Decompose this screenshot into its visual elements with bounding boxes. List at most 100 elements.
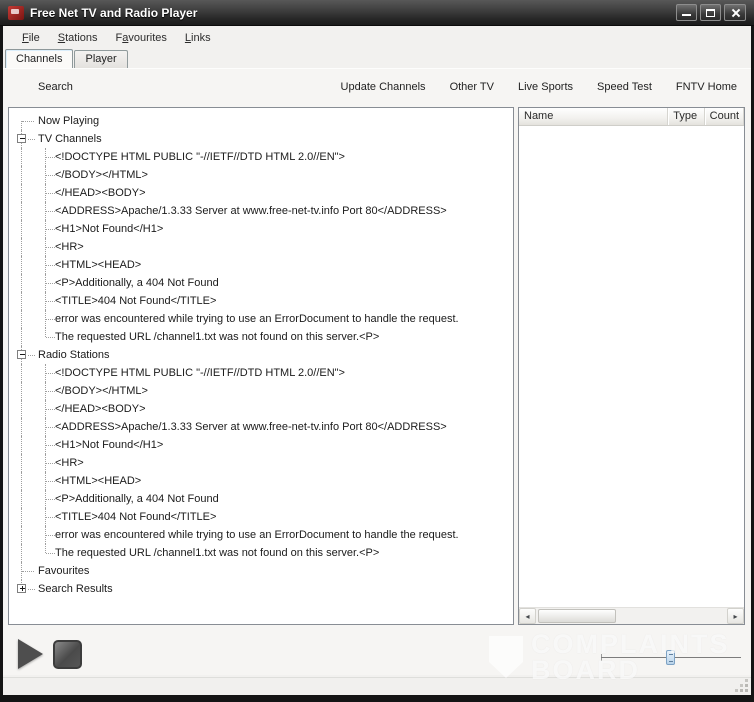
expand-icon[interactable] — [17, 584, 26, 593]
tree-item[interactable]: <!DOCTYPE HTML PUBLIC "-//IETF//DTD HTML… — [10, 364, 512, 382]
slider-thumb[interactable] — [666, 650, 675, 665]
tree-connector — [46, 193, 55, 194]
tree-guide — [21, 382, 22, 400]
scroll-left-icon[interactable]: ◂ — [519, 608, 536, 624]
tree-item-label: <TITLE>404 Not Found</TITLE> — [10, 295, 216, 307]
channel-list-panel[interactable]: NameTypeCount ◂ ▸ — [518, 107, 745, 625]
menu-stations[interactable]: Stations — [49, 30, 107, 46]
tree-guide — [21, 292, 22, 310]
tree-item[interactable]: The requested URL /channel1.txt was not … — [10, 544, 512, 562]
tree-connector — [46, 373, 55, 374]
tree-item-label: <ADDRESS>Apache/1.3.33 Server at www.fre… — [10, 205, 447, 217]
menu-favourites[interactable]: Favourites — [107, 30, 176, 46]
tree-item[interactable]: Radio Stations — [10, 346, 512, 364]
tree-item[interactable]: <P>Additionally, a 404 Not Found — [10, 490, 512, 508]
tree-item[interactable]: error was encountered while trying to us… — [10, 310, 512, 328]
menu-file[interactable]: File — [13, 30, 49, 46]
tree-item[interactable]: </HEAD><BODY> — [10, 400, 512, 418]
close-button[interactable] — [724, 4, 746, 21]
tree-guide — [21, 490, 22, 508]
tree-connector — [46, 481, 55, 482]
tree-guide — [45, 328, 46, 337]
tree-connector — [46, 319, 55, 320]
tree-connector — [22, 571, 34, 572]
tree-item[interactable]: <ADDRESS>Apache/1.3.33 Server at www.fre… — [10, 202, 512, 220]
scrollbar-thumb[interactable] — [538, 609, 616, 623]
tree-item[interactable]: error was encountered while trying to us… — [10, 526, 512, 544]
tree-item-label: error was encountered while trying to us… — [10, 529, 459, 541]
tree-item-label: <ADDRESS>Apache/1.3.33 Server at www.fre… — [10, 421, 447, 433]
collapse-icon[interactable] — [17, 134, 26, 143]
tree-guide — [45, 544, 46, 553]
tree-item[interactable]: Favourites — [10, 562, 512, 580]
tree-item-label: </BODY></HTML> — [10, 169, 148, 181]
tree-item-label: <P>Additionally, a 404 Not Found — [10, 277, 219, 289]
tree-item[interactable]: <HR> — [10, 454, 512, 472]
channel-tree-panel[interactable]: Now PlayingTV Channels<!DOCTYPE HTML PUB… — [8, 107, 514, 625]
tree-item[interactable]: <ADDRESS>Apache/1.3.33 Server at www.fre… — [10, 418, 512, 436]
collapse-icon[interactable] — [17, 350, 26, 359]
tree-item[interactable]: </HEAD><BODY> — [10, 184, 512, 202]
minimize-button[interactable] — [676, 4, 697, 21]
close-icon — [725, 5, 745, 20]
tree-connector — [28, 589, 35, 590]
menu-links[interactable]: Links — [176, 30, 220, 46]
maximize-button[interactable] — [700, 4, 721, 21]
tree-item[interactable]: The requested URL /channel1.txt was not … — [10, 328, 512, 346]
tree-connector — [46, 553, 55, 554]
column-header-count[interactable]: Count — [705, 108, 744, 125]
tree-item[interactable]: Now Playing — [10, 112, 512, 130]
link-fntv-home[interactable]: FNTV Home — [676, 81, 737, 93]
tree-item-label: </BODY></HTML> — [10, 385, 148, 397]
link-update-channels[interactable]: Update Channels — [341, 81, 426, 93]
tree-item[interactable]: <TITLE>404 Not Found</TITLE> — [10, 508, 512, 526]
tree-item[interactable]: <HTML><HEAD> — [10, 472, 512, 490]
stop-button[interactable] — [53, 640, 82, 669]
tree-guide — [21, 526, 22, 544]
tab-channels[interactable]: Channels — [5, 49, 73, 68]
horizontal-scrollbar[interactable]: ◂ ▸ — [519, 607, 744, 624]
tree-item[interactable]: </BODY></HTML> — [10, 166, 512, 184]
scroll-right-icon[interactable]: ▸ — [727, 608, 744, 624]
tree-item[interactable]: <!DOCTYPE HTML PUBLIC "-//IETF//DTD HTML… — [10, 148, 512, 166]
play-button[interactable] — [18, 639, 43, 669]
tree-guide — [21, 436, 22, 454]
tree-item[interactable]: Search Results — [10, 580, 512, 598]
minimize-icon — [682, 14, 691, 16]
tree-item[interactable]: <P>Additionally, a 404 Not Found — [10, 274, 512, 292]
tree-guide — [21, 121, 22, 130]
tree-item[interactable]: <H1>Not Found</H1> — [10, 220, 512, 238]
expander-bar — [22, 586, 23, 591]
link-other-tv[interactable]: Other TV — [450, 81, 494, 93]
search-link[interactable]: Search — [38, 81, 73, 93]
title-bar[interactable]: Free Net TV and Radio Player — [0, 0, 754, 26]
resize-grip-icon[interactable] — [735, 679, 748, 692]
maximize-icon — [706, 9, 715, 17]
tree-item[interactable]: TV Channels — [10, 130, 512, 148]
tree-connector — [46, 409, 55, 410]
tree-guide — [21, 238, 22, 256]
volume-slider[interactable] — [601, 649, 741, 665]
tree-guide — [21, 184, 22, 202]
tree-item[interactable]: <H1>Not Found</H1> — [10, 436, 512, 454]
column-header-name[interactable]: Name — [519, 108, 668, 125]
tree-item-label: <TITLE>404 Not Found</TITLE> — [10, 511, 216, 523]
tree-guide — [21, 148, 22, 166]
tree-item[interactable]: </BODY></HTML> — [10, 382, 512, 400]
list-body[interactable] — [519, 126, 744, 607]
tree-guide — [21, 400, 22, 418]
tree-connector — [46, 301, 55, 302]
tab-player[interactable]: Player — [74, 50, 127, 68]
status-bar — [3, 677, 751, 695]
tree-item-label: <P>Additionally, a 404 Not Found — [10, 493, 219, 505]
column-header-type[interactable]: Type — [668, 108, 704, 125]
tree-item[interactable]: <HR> — [10, 238, 512, 256]
tree-item[interactable]: <HTML><HEAD> — [10, 256, 512, 274]
tree-guide — [21, 256, 22, 274]
tree-item-label: <HTML><HEAD> — [10, 475, 141, 487]
app-icon — [8, 6, 24, 20]
tree-guide — [21, 202, 22, 220]
tree-item[interactable]: <TITLE>404 Not Found</TITLE> — [10, 292, 512, 310]
link-speed-test[interactable]: Speed Test — [597, 81, 652, 93]
link-live-sports[interactable]: Live Sports — [518, 81, 573, 93]
